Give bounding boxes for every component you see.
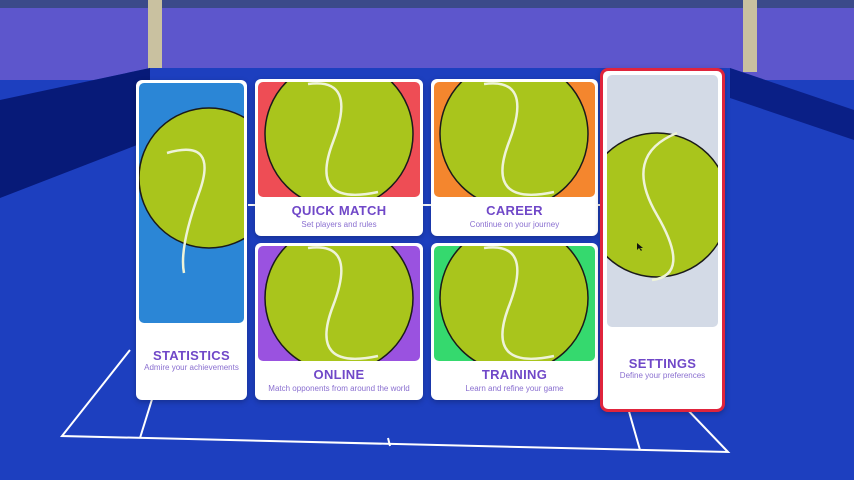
training-subtitle: Learn and refine your game	[465, 384, 564, 393]
statistics-title: STATISTICS	[153, 348, 230, 363]
tennis-ball-icon	[139, 83, 244, 323]
career-card-art	[434, 82, 595, 197]
net-post-right	[743, 0, 757, 72]
settings-title: SETTINGS	[628, 356, 697, 371]
online-card-art	[258, 246, 420, 361]
training-title: TRAINING	[481, 367, 548, 382]
statistics-subtitle: Admire your achievements	[144, 363, 239, 372]
mouse-cursor-icon	[637, 243, 643, 251]
tennis-ball-icon	[434, 246, 595, 361]
tennis-ball-icon	[607, 75, 718, 327]
statistics-card-art	[139, 83, 244, 323]
tennis-ball-icon	[258, 246, 420, 361]
career-subtitle: Continue on your journey	[469, 220, 560, 229]
settings-card[interactable]: SETTINGS Define your preferences	[600, 68, 725, 412]
sky-top-band	[0, 0, 854, 8]
quick-match-card[interactable]: QUICK MATCH Set players and rules	[255, 79, 423, 236]
training-card[interactable]: TRAINING Learn and refine your game	[431, 243, 598, 400]
quick-match-subtitle: Set players and rules	[301, 220, 377, 229]
online-subtitle: Match opponents from around the world	[268, 384, 410, 393]
settings-card-art	[607, 75, 718, 327]
career-title: CAREER	[486, 203, 543, 218]
online-title: ONLINE	[313, 367, 365, 382]
quick-match-title: QUICK MATCH	[291, 203, 387, 218]
net-post-left	[148, 0, 162, 72]
statistics-card[interactable]: STATISTICS Admire your achievements	[136, 80, 247, 400]
tennis-ball-icon	[258, 82, 420, 197]
tennis-ball-icon	[434, 82, 595, 197]
online-card[interactable]: ONLINE Match opponents from around the w…	[255, 243, 423, 400]
quick-match-card-art	[258, 82, 420, 197]
tennis-court-background	[0, 0, 854, 480]
career-card[interactable]: CAREER Continue on your journey	[431, 79, 598, 236]
settings-subtitle: Define your preferences	[619, 371, 706, 380]
training-card-art	[434, 246, 595, 361]
